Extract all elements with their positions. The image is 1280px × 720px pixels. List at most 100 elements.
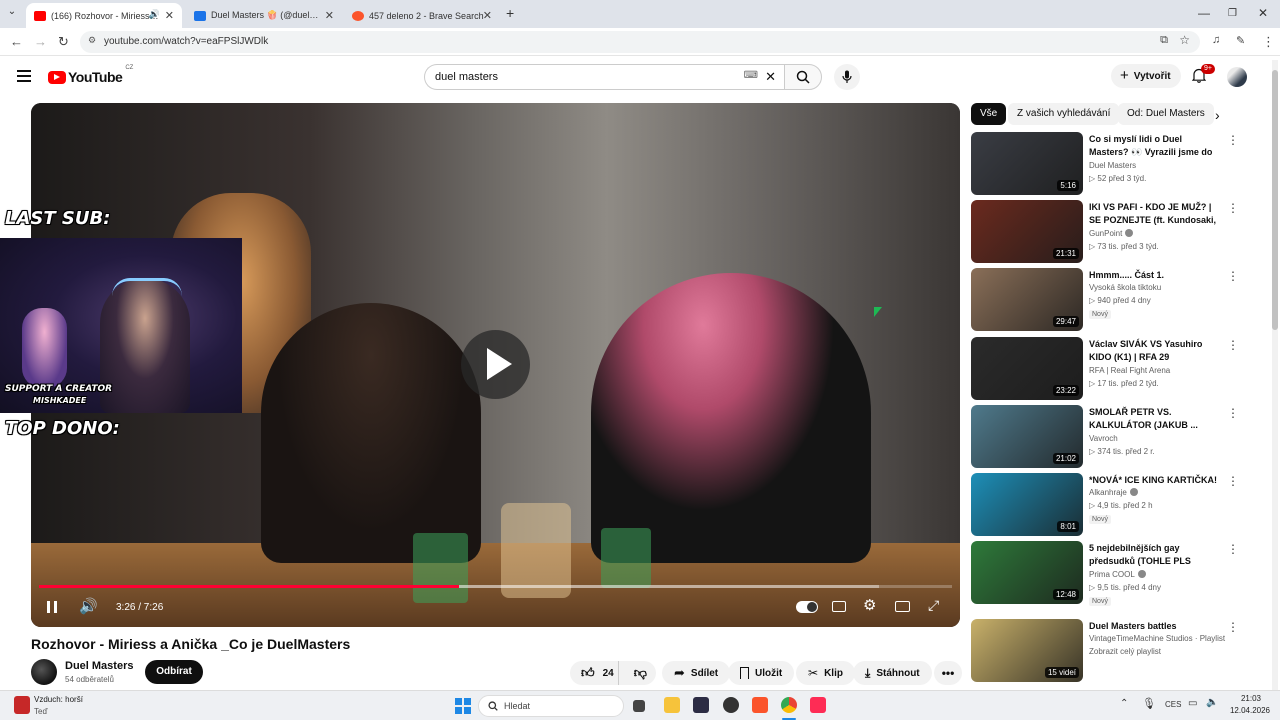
chip-from-channel[interactable]: Od: Duel Masters bbox=[1118, 103, 1214, 125]
settings-gear-icon[interactable]: ⚙ bbox=[863, 596, 876, 614]
more-vertical-icon[interactable]: ⋮ bbox=[1227, 406, 1239, 420]
recommendation-title[interactable]: Co si myslí lidi o Duel Masters? 👀 Vyraz… bbox=[1089, 133, 1224, 159]
close-tab-icon[interactable]: ✕ bbox=[325, 9, 334, 22]
recommendation-item[interactable]: 23:22 Václav SIVÁK VS Yasuhiro KIDO (K1) … bbox=[971, 337, 1251, 401]
recommendation-item[interactable]: 8:01 *NOVÁ* ICE KING KARTIČKA! Alkanhraje ▷… bbox=[971, 473, 1251, 537]
task-view-icon[interactable] bbox=[633, 700, 645, 712]
theater-mode-icon[interactable] bbox=[895, 601, 910, 612]
create-button[interactable]: + Vytvořit bbox=[1111, 64, 1181, 88]
file-explorer-icon[interactable] bbox=[664, 697, 680, 713]
recording-app-icon[interactable] bbox=[723, 697, 739, 713]
microphone-tray-icon[interactable]: 🎙 bbox=[1142, 697, 1156, 710]
avatar[interactable] bbox=[1227, 67, 1247, 87]
video-thumbnail[interactable]: 5:16 bbox=[971, 132, 1083, 195]
site-info-icon[interactable]: ⚙ bbox=[88, 35, 96, 46]
tiktok-app-icon[interactable] bbox=[810, 697, 826, 713]
browser-tab-brave-search[interactable]: 457 deleno 2 - Brave Search ✕ bbox=[344, 3, 500, 28]
show-hidden-icons-icon[interactable]: ⌃ bbox=[1120, 698, 1128, 709]
recommendation-item[interactable]: 29:47 Hmmm..... Část 1. Vysoká škola tikto… bbox=[971, 268, 1251, 332]
more-vertical-icon[interactable]: ⋮ bbox=[1227, 474, 1239, 488]
keyboard-icon[interactable]: ⌨ bbox=[744, 70, 758, 81]
scrollbar-thumb[interactable] bbox=[1272, 70, 1278, 330]
chip-from-searches[interactable]: Z vašich vyhledávání bbox=[1008, 103, 1120, 125]
youtube-logo[interactable]: YouTube CZ bbox=[48, 65, 133, 85]
notifications-button[interactable]: 9+ bbox=[1191, 64, 1215, 88]
share-button[interactable]: ➦ Sdílet bbox=[662, 661, 731, 685]
more-vertical-icon[interactable]: ⋮ bbox=[1227, 338, 1239, 352]
install-app-icon[interactable]: ⧉ bbox=[1160, 34, 1168, 47]
address-bar[interactable]: ⚙ youtube.com/watch?v=eaFPSlJWDlk ⧉ ☆ bbox=[80, 31, 1200, 53]
close-tab-icon[interactable]: ✕ bbox=[165, 9, 174, 22]
more-actions-button[interactable]: ••• bbox=[934, 661, 962, 685]
video-thumbnail[interactable]: 8:01 bbox=[971, 473, 1083, 536]
video-thumbnail[interactable]: 15 videí bbox=[971, 619, 1083, 682]
recommendation-item[interactable]: 21:02 SMOLAŘ PETR VS. KALKULÁTOR (JAKUB .… bbox=[971, 405, 1251, 469]
like-button[interactable]: 👍︎ 24 bbox=[570, 661, 619, 685]
hamburger-menu-icon[interactable] bbox=[17, 70, 31, 82]
recommendation-channel[interactable]: Vysoká škola tiktoku bbox=[1089, 283, 1161, 292]
more-vertical-icon[interactable]: ⋮ bbox=[1227, 269, 1239, 283]
chevron-right-icon[interactable]: › bbox=[1215, 107, 1220, 123]
search-input[interactable]: duel masters ⌨ ✕ bbox=[424, 64, 784, 90]
recommendation-channel[interactable]: Alkanhraje bbox=[1089, 488, 1138, 497]
forward-icon[interactable]: → bbox=[34, 34, 47, 49]
video-thumbnail[interactable]: 12:48 bbox=[971, 541, 1083, 604]
recommendation-title[interactable]: Hmmm..... Část 1. bbox=[1089, 269, 1224, 282]
recommendation-channel[interactable]: Prima COOL bbox=[1089, 570, 1146, 579]
recommendation-title[interactable]: Duel Masters battles bbox=[1089, 620, 1224, 633]
channel-avatar[interactable] bbox=[31, 659, 57, 685]
browser-tab-youtube[interactable]: (166) Rozhovor - Miriess a A 🔊 ✕ bbox=[26, 3, 182, 28]
clock-date[interactable]: 12.04.2026 bbox=[1226, 706, 1274, 715]
taskbar-search-input[interactable]: Hledat bbox=[478, 695, 624, 717]
clip-button[interactable]: ✂ Klip bbox=[796, 661, 855, 685]
obs-app-icon[interactable] bbox=[693, 697, 709, 713]
windows-start-icon[interactable] bbox=[455, 698, 471, 714]
chrome-browser-icon[interactable] bbox=[781, 697, 797, 713]
recommendation-channel[interactable]: VintageTimeMachine Studios · Playlist bbox=[1089, 634, 1225, 643]
tab-search-menu-button[interactable]: ⌄ bbox=[4, 6, 20, 22]
close-tab-icon[interactable]: ✕ bbox=[483, 9, 492, 22]
recommendation-item[interactable]: 12:48 5 nejdebilnějších gay předsudků (TO… bbox=[971, 541, 1251, 606]
recommendation-item[interactable]: 21:31 IKI VS PAFI - KDO JE MUŽ? | SE POZN… bbox=[971, 200, 1251, 264]
subscribe-button[interactable]: Odbírat bbox=[145, 660, 203, 684]
progress-bar[interactable] bbox=[39, 585, 952, 588]
fullscreen-icon[interactable]: ⤢ bbox=[928, 597, 939, 614]
video-thumbnail[interactable]: 21:02 bbox=[971, 405, 1083, 468]
voice-search-button[interactable] bbox=[834, 64, 860, 90]
minimize-icon[interactable]: — bbox=[1198, 6, 1210, 20]
recommendation-channel[interactable]: Vavroch bbox=[1089, 434, 1118, 443]
restore-icon[interactable]: ❐ bbox=[1228, 8, 1237, 19]
clear-search-icon[interactable]: ✕ bbox=[765, 69, 776, 85]
browser-tab-duel-masters[interactable]: Duel Masters 🍿 (@duelma ✕ bbox=[186, 3, 342, 28]
browser-menu-icon[interactable]: ⋮ bbox=[1262, 34, 1275, 50]
video-thumbnail[interactable]: 29:47 bbox=[971, 268, 1083, 331]
more-vertical-icon[interactable]: ⋮ bbox=[1227, 620, 1239, 634]
recommendation-channel[interactable]: GunPoint bbox=[1089, 229, 1134, 238]
close-window-icon[interactable]: ✕ bbox=[1258, 6, 1268, 20]
recommendation-channel[interactable]: Duel Masters bbox=[1089, 161, 1136, 170]
bookmark-star-icon[interactable]: ☆ bbox=[1179, 33, 1190, 47]
search-button[interactable] bbox=[784, 64, 822, 90]
reload-icon[interactable]: ↻ bbox=[58, 34, 69, 50]
clock-time[interactable]: 21:03 bbox=[1228, 694, 1274, 703]
big-play-button[interactable] bbox=[461, 330, 530, 399]
more-vertical-icon[interactable]: ⋮ bbox=[1227, 542, 1239, 556]
recommendation-title[interactable]: SMOLAŘ PETR VS. KALKULÁTOR (JAKUB ... bbox=[1089, 406, 1224, 432]
network-icon[interactable]: ▭ bbox=[1188, 698, 1197, 709]
volume-icon[interactable]: 🔊 bbox=[79, 597, 98, 615]
recommendation-title[interactable]: 5 nejdebilnějších gay předsudků (TOHLE P… bbox=[1089, 542, 1224, 568]
more-vertical-icon[interactable]: ⋮ bbox=[1227, 201, 1239, 215]
recommendation-item[interactable]: 15 videí Duel Masters battles VintageTimeM… bbox=[971, 619, 1251, 683]
new-tab-button[interactable]: + bbox=[506, 5, 514, 21]
recommendation-title[interactable]: *NOVÁ* ICE KING KARTIČKA! bbox=[1089, 474, 1224, 487]
pause-icon[interactable] bbox=[47, 601, 57, 613]
language-indicator[interactable]: CES bbox=[1165, 700, 1181, 709]
recommendation-channel[interactable]: RFA | Real Fight Arena bbox=[1089, 366, 1170, 375]
video-thumbnail[interactable]: 21:31 bbox=[971, 200, 1083, 263]
chip-all[interactable]: Vše bbox=[971, 103, 1007, 125]
channel-name[interactable]: Duel Masters bbox=[65, 660, 133, 672]
extension-icon[interactable]: ✎ bbox=[1236, 34, 1245, 47]
media-controls-icon[interactable]: ♫ bbox=[1212, 34, 1220, 46]
subtitles-icon[interactable] bbox=[832, 601, 846, 612]
recommendation-title[interactable]: Václav SIVÁK VS Yasuhiro KIDO (K1) | RFA… bbox=[1089, 338, 1224, 364]
